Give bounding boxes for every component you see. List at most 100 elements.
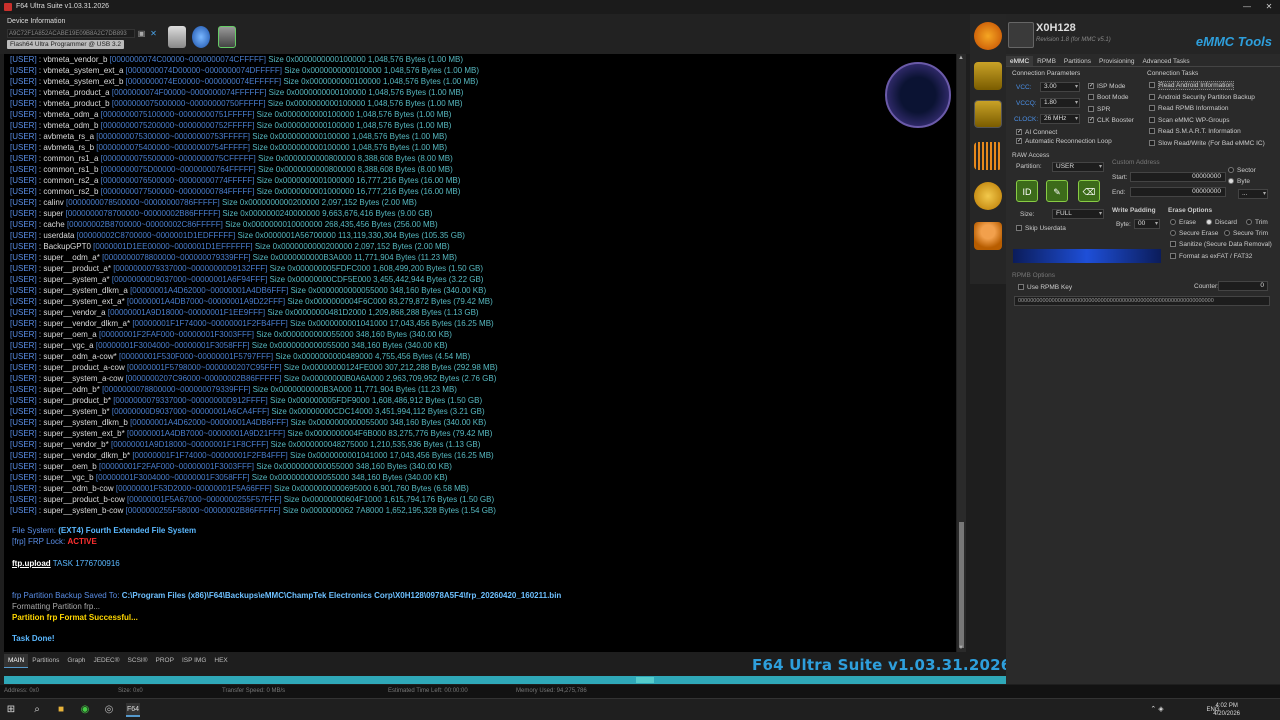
secure-trim-radio-dot[interactable]: [1224, 230, 1230, 237]
copy-icon[interactable]: ▣: [137, 29, 146, 38]
chip-icon: [1008, 22, 1034, 48]
vcc-select[interactable]: 3.00: [1040, 82, 1080, 92]
task-checkbox[interactable]: Android Security Partition Backup: [1149, 92, 1255, 103]
tray-icons[interactable]: ⌃ ◈ ▭: [1150, 703, 1164, 717]
unit-select[interactable]: ...: [1238, 189, 1268, 199]
erase-radio-dot[interactable]: [1170, 219, 1176, 226]
byte-radio-dot[interactable]: [1228, 178, 1234, 185]
ufs-icon[interactable]: [974, 62, 1002, 90]
scroll-thumb[interactable]: [959, 522, 964, 648]
user-icon[interactable]: [974, 222, 1002, 250]
close-button[interactable]: ✕: [1258, 0, 1280, 14]
panel-tab-rpmb[interactable]: RPMB: [1033, 56, 1060, 66]
tab-main[interactable]: MAIN: [4, 654, 29, 668]
log-range: [0000000078700000~00000002B86FFFFF]: [65, 209, 221, 218]
f64-taskbar-icon[interactable]: F64: [126, 703, 140, 717]
clock-select[interactable]: 26 MHz: [1040, 114, 1080, 124]
end-address-input[interactable]: 00000000: [1130, 187, 1226, 197]
skip-userdata-checkbox[interactable]: Skip Userdata: [1016, 223, 1066, 234]
close-icon[interactable]: ✕: [149, 29, 158, 38]
isp-mode-checkbox[interactable]: ISP Mode: [1088, 81, 1125, 92]
secure-trim-radio[interactable]: Secure Trim: [1224, 228, 1268, 239]
skip-userdata-check[interactable]: [1016, 225, 1022, 232]
sanitize-checkbox[interactable]: Sanitize (Secure Data Removal): [1170, 239, 1272, 250]
tab-scsi-[interactable]: SCSI®: [124, 654, 152, 668]
secure-erase-radio-dot[interactable]: [1170, 230, 1176, 237]
use-rpmb-key-check[interactable]: [1018, 284, 1024, 291]
clk-booster-checkbox[interactable]: CLK Booster: [1088, 115, 1134, 126]
read-id-button[interactable]: ID: [1016, 180, 1038, 202]
write-button[interactable]: ✎: [1046, 180, 1068, 202]
spr-check[interactable]: [1088, 106, 1094, 113]
rpmb-options-label: RPMB Options: [1012, 272, 1055, 279]
tab-graph[interactable]: Graph: [63, 654, 89, 668]
waveform-icon[interactable]: [974, 142, 1002, 170]
start-icon[interactable]: ⊞: [4, 703, 18, 717]
format-exfat-check[interactable]: [1170, 253, 1176, 260]
sanitize-check[interactable]: [1170, 241, 1176, 248]
tab-isp-img[interactable]: ISP IMG: [178, 654, 210, 668]
use-rpmb-key-checkbox[interactable]: Use RPMB Key: [1018, 282, 1072, 293]
task-check[interactable]: [1149, 93, 1155, 100]
counter-input[interactable]: 0: [1218, 281, 1268, 291]
rpmb-key-input[interactable]: 0000000000000000000000000000000000000000…: [1014, 296, 1270, 306]
clk-booster-check[interactable]: [1088, 115, 1094, 126]
discard-radio[interactable]: Discard: [1206, 217, 1237, 228]
vccq-select[interactable]: 1.80: [1040, 98, 1080, 108]
task-checkbox[interactable]: Read S.M.A.R.T. Information: [1149, 126, 1241, 137]
sector-radio[interactable]: Sector: [1228, 165, 1256, 176]
scroll-down-icon[interactable]: ▼: [958, 645, 964, 651]
scroll-up-icon[interactable]: ▲: [958, 55, 964, 61]
panel-tab-provisioning[interactable]: Provisioning: [1095, 56, 1138, 66]
erase-button[interactable]: ⌫: [1078, 180, 1100, 202]
gear-icon[interactable]: [974, 182, 1002, 210]
refresh-icon[interactable]: [974, 22, 1002, 50]
boot-mode-check[interactable]: [1088, 94, 1094, 101]
format-exfat-checkbox[interactable]: Format as exFAT / FAT32: [1170, 251, 1252, 262]
sector-radio-dot[interactable]: [1228, 167, 1234, 174]
task-checkbox[interactable]: Read Android Information: [1149, 80, 1234, 91]
task-check[interactable]: [1149, 139, 1155, 146]
progress-grip[interactable]: [636, 677, 654, 683]
tab-hex[interactable]: HEX: [210, 654, 231, 668]
task-checkbox[interactable]: Scan eMMC WP-Groups: [1149, 115, 1230, 126]
task-check[interactable]: [1149, 128, 1155, 135]
task-checkbox[interactable]: Read RPMB Information: [1149, 103, 1228, 114]
trim-radio-dot[interactable]: [1246, 219, 1252, 226]
task-checkbox[interactable]: Slow Read/Write (For Bad eMMC IC): [1149, 138, 1265, 149]
size-select[interactable]: FULL: [1052, 209, 1104, 219]
tab-prop[interactable]: PROP: [152, 654, 178, 668]
ai-connect-check[interactable]: [1016, 127, 1022, 138]
panel-tab-partitions[interactable]: Partitions: [1060, 56, 1095, 66]
search-icon[interactable]: ⌕: [30, 703, 44, 717]
log-tag: [USER]: [10, 385, 37, 394]
spr-checkbox[interactable]: SPR: [1088, 104, 1110, 115]
partition-select[interactable]: USER: [1052, 162, 1104, 172]
padding-byte-select[interactable]: 00: [1134, 219, 1160, 229]
isp-mode-check[interactable]: [1088, 81, 1094, 92]
boot-mode-checkbox[interactable]: Boot Mode: [1088, 92, 1128, 103]
tab-partitions[interactable]: Partitions: [28, 654, 63, 668]
discard-radio-dot[interactable]: [1206, 219, 1212, 226]
task-check[interactable]: [1149, 116, 1155, 123]
tab-jedec-[interactable]: JEDEC®: [89, 654, 123, 668]
erase-radio[interactable]: Erase: [1170, 217, 1196, 228]
trim-radio[interactable]: Trim: [1246, 217, 1268, 228]
folder-icon[interactable]: ■: [54, 703, 68, 717]
auto-reconnect-checkbox[interactable]: Automatic Reconnection Loop: [1016, 136, 1112, 147]
secure-erase-radio[interactable]: Secure Erase: [1170, 228, 1218, 239]
panel-tab-advanced-tasks[interactable]: Advanced Tasks: [1138, 56, 1193, 66]
byte-radio[interactable]: Byte: [1228, 176, 1250, 187]
log-scrollbar[interactable]: ▲ ▼: [957, 54, 966, 652]
browser-icon[interactable]: ◉: [78, 703, 92, 717]
app-icon-circle[interactable]: ◎: [102, 703, 116, 717]
clock[interactable]: 4:02 PM 4/20/2026: [1213, 702, 1240, 718]
task-check[interactable]: [1149, 82, 1155, 89]
task-check[interactable]: [1149, 105, 1155, 112]
auto-reconnect-check[interactable]: [1016, 136, 1022, 147]
minimize-button[interactable]: —: [1236, 0, 1258, 14]
emmc-icon[interactable]: [974, 100, 1002, 128]
log-tag: [USER]: [10, 352, 37, 361]
panel-tab-emmc[interactable]: eMMC: [1006, 56, 1034, 66]
start-address-input[interactable]: 00000000: [1130, 172, 1226, 182]
